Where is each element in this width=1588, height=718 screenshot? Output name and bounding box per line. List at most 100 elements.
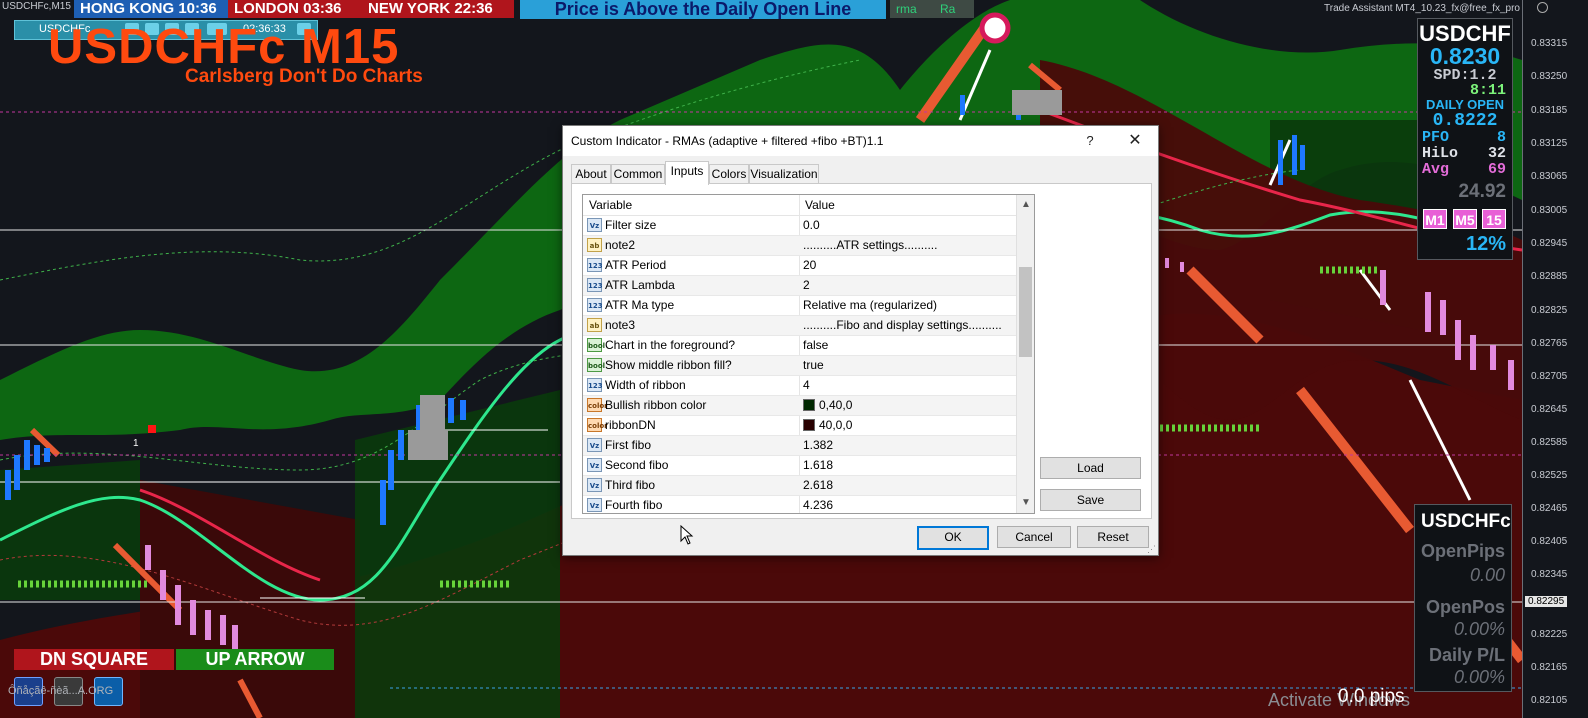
- ok-button[interactable]: OK: [917, 526, 989, 550]
- input-value[interactable]: 4.236: [803, 498, 833, 512]
- tab-visualization[interactable]: Visualization: [749, 164, 819, 184]
- tab-colors[interactable]: Colors: [709, 164, 749, 184]
- open-pips-label: OpenPips: [1420, 541, 1505, 561]
- double-type-icon: Vz: [587, 218, 602, 232]
- panel-price: 0.8230: [1429, 43, 1501, 69]
- daily-pl-label: Daily P/L: [1428, 645, 1505, 665]
- string-type-icon: ab: [587, 238, 602, 252]
- color-swatch[interactable]: [803, 419, 815, 431]
- price-tick: 0.82165: [1531, 662, 1568, 673]
- input-value[interactable]: 4: [803, 378, 810, 392]
- scroll-up-icon[interactable]: ▲: [1021, 199, 1031, 210]
- integer-type-icon: 123: [587, 278, 603, 292]
- clock-new-york-label: NEW YORK 22:36: [368, 0, 493, 17]
- ra-tab[interactable]: Ra: [934, 0, 974, 18]
- inputs-grid[interactable]: Variable Value Vz Filter size 0.0 ab not…: [582, 194, 1035, 514]
- price-tick: 0.82465: [1531, 503, 1568, 514]
- input-name: ATR Ma type: [605, 298, 675, 312]
- color-type-icon: color: [587, 418, 608, 432]
- column-value[interactable]: Value: [805, 198, 835, 212]
- rma-tab[interactable]: rma: [890, 0, 938, 18]
- panel-avg: 69: [1487, 161, 1506, 178]
- input-row[interactable]: ab note2 ..........ATR settings.........…: [583, 236, 1016, 256]
- tab-about[interactable]: About: [571, 164, 611, 184]
- clock-hong-kong: HONG KONG 10:36: [74, 0, 236, 18]
- input-value[interactable]: 1.618: [803, 458, 833, 472]
- input-value[interactable]: 0.0: [803, 218, 820, 232]
- open-pos-value: 0.00%: [1453, 619, 1505, 639]
- save-button[interactable]: Save: [1040, 489, 1141, 511]
- double-type-icon: Vz: [587, 458, 602, 472]
- input-row[interactable]: 123 ATR Period 20: [583, 256, 1016, 276]
- price-tick: 0.82765: [1531, 338, 1568, 349]
- resize-grip-icon[interactable]: ⋰: [1147, 544, 1156, 555]
- price-tick: 0.83185: [1531, 105, 1568, 116]
- custom-indicator-dialog: Custom Indicator - RMAs (adaptive + filt…: [562, 125, 1159, 556]
- input-row[interactable]: Vz Third fibo 2.618: [583, 476, 1016, 496]
- tab-inputs[interactable]: Inputs: [665, 161, 709, 185]
- tab-common[interactable]: Common: [611, 164, 665, 184]
- input-value[interactable]: 2.618: [803, 478, 833, 492]
- input-value[interactable]: Relative ma (regularized): [803, 298, 937, 312]
- input-name: Show middle ribbon fill?: [605, 358, 732, 372]
- price-tick: 0.82825: [1531, 305, 1568, 316]
- bool-type-icon: bool: [587, 338, 605, 352]
- close-button[interactable]: ✕: [1122, 130, 1148, 152]
- input-value[interactable]: 20: [803, 258, 816, 272]
- timeframe-m5-button[interactable]: M5: [1453, 209, 1477, 229]
- input-row[interactable]: Vz Second fibo 1.618: [583, 456, 1016, 476]
- input-row[interactable]: Vz Fourth fibo 4.236: [583, 496, 1016, 513]
- clock-london: LONDON 03:36: [228, 0, 368, 18]
- price-axis[interactable]: 0.83315 0.83250 0.83185 0.83125 0.83065 …: [1522, 0, 1588, 718]
- input-row[interactable]: color Bullish ribbon color 0,40,0: [583, 396, 1016, 416]
- dialog-titlebar[interactable]: Custom Indicator - RMAs (adaptive + filt…: [563, 126, 1158, 156]
- pips-readout: 0.0 pips: [1338, 686, 1405, 707]
- input-row[interactable]: Vz Filter size 0.0: [583, 216, 1016, 236]
- input-row[interactable]: 123 ATR Lambda 2: [583, 276, 1016, 296]
- input-row[interactable]: bool Show middle ribbon fill? true: [583, 356, 1016, 376]
- panel-daily-open: 0.8222: [1432, 111, 1498, 131]
- input-row[interactable]: 123 Width of ribbon 4: [583, 376, 1016, 396]
- bottom-link-text[interactable]: Ôñåçãê-ñèã...A.ORG: [8, 685, 113, 697]
- help-button[interactable]: ?: [1077, 130, 1103, 152]
- input-value[interactable]: 40,0,0: [819, 418, 852, 432]
- input-value[interactable]: true: [803, 358, 824, 372]
- grid-scrollbar[interactable]: ▲ ▼: [1016, 195, 1034, 513]
- reset-button[interactable]: Reset: [1077, 526, 1149, 548]
- load-button[interactable]: Load: [1040, 457, 1141, 479]
- input-value[interactable]: ..........ATR settings..........: [803, 238, 937, 252]
- string-type-icon: ab: [587, 318, 602, 332]
- panel-atr-value: 24.92: [1458, 181, 1506, 202]
- color-swatch[interactable]: [803, 399, 815, 411]
- input-row[interactable]: Vz First fibo 1.382: [583, 436, 1016, 456]
- input-name: ribbonDN: [605, 418, 656, 432]
- chart-tab-title[interactable]: USDCHFc,M15: [2, 1, 71, 12]
- input-value[interactable]: 1.382: [803, 438, 833, 452]
- price-tick: 0.82885: [1531, 271, 1568, 282]
- input-value[interactable]: 0,40,0: [819, 398, 852, 412]
- column-variable[interactable]: Variable: [589, 198, 632, 212]
- timeframe-m15-button[interactable]: 15: [1482, 209, 1506, 229]
- bool-type-icon: bool: [587, 358, 605, 372]
- input-value[interactable]: ..........Fibo and display settings.....…: [803, 318, 1002, 332]
- input-row[interactable]: ab note3 ..........Fibo and display sett…: [583, 316, 1016, 336]
- mouse-cursor-icon: [680, 525, 694, 545]
- scroll-down-icon[interactable]: ▼: [1021, 497, 1031, 508]
- clock-london-label: LONDON 03:36: [234, 0, 342, 17]
- input-value[interactable]: false: [803, 338, 828, 352]
- clock-hong-kong-label: HONG KONG 10:36: [80, 0, 217, 17]
- input-row[interactable]: 123 ATR Ma type Relative ma (regularized…: [583, 296, 1016, 316]
- input-name: Chart in the foreground?: [605, 338, 736, 352]
- input-row[interactable]: color ribbonDN 40,0,0: [583, 416, 1016, 436]
- input-name: Width of ribbon: [605, 378, 686, 392]
- price-tick: 0.82585: [1531, 437, 1568, 448]
- input-row[interactable]: bool Chart in the foreground? false: [583, 336, 1016, 356]
- up-arrow-signal: UP ARROW: [176, 649, 334, 670]
- timeframe-m1-button[interactable]: M1: [1423, 209, 1447, 229]
- price-tick: 0.83315: [1531, 38, 1568, 49]
- input-value[interactable]: 2: [803, 278, 810, 292]
- panel-pfo: 8: [1496, 129, 1506, 146]
- double-type-icon: Vz: [587, 438, 602, 452]
- cancel-button[interactable]: Cancel: [997, 526, 1071, 548]
- scrollbar-thumb[interactable]: [1019, 267, 1032, 357]
